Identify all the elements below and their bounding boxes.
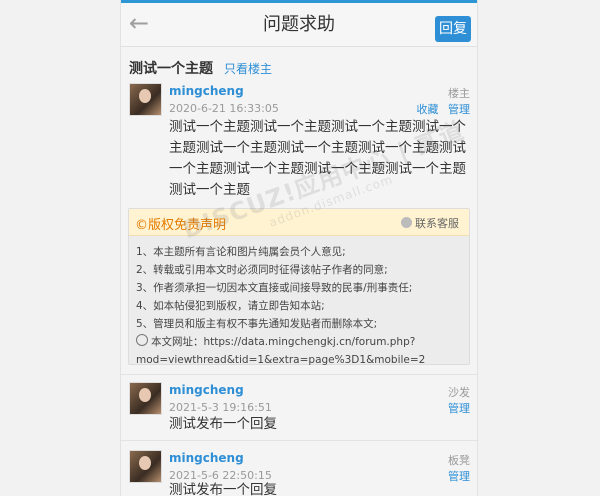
floor-label: 楼主 (448, 87, 470, 100)
post-content: 测试一个主题测试一个主题测试一个主题测试一个主题测试一个主题测试一个主题测试一个… (169, 119, 466, 198)
avatar[interactable] (129, 382, 162, 415)
post-item: mingcheng 2021-5-6 22:50:15 板凳 管理 测试发布一个… (121, 446, 477, 496)
link-icon (136, 334, 148, 346)
divider (121, 440, 477, 441)
contact-label: 联系客服 (415, 217, 459, 230)
copyright-notice: ©版权免责声明 联系客服 1、本主题所有言论和图片纯属会员个人意见; 2、转载或… (128, 208, 470, 366)
notice-url-label: 本文网址：https://data.mingchengkj.cn/forum.p… (151, 336, 416, 348)
post-item: mingcheng 2020-6-21 16:33:05 楼主 收藏 管理 测试… (121, 79, 477, 204)
post-date: 2021-5-3 19:16:51 (169, 401, 272, 414)
thread-title: 测试一个主题 (129, 61, 213, 77)
author-name[interactable]: mingcheng (169, 84, 244, 98)
floor-label: 沙发 (448, 386, 470, 399)
favorite-link[interactable]: 收藏 (417, 103, 439, 116)
header-bar: ← 问题求助 回复 (121, 3, 477, 47)
notice-title: ©版权免责声明 (135, 218, 227, 233)
post-actions: 收藏 管理 (417, 101, 471, 117)
notice-line: 5、管理员和版主有权不事先通知发贴者而删除本文; (136, 318, 378, 330)
avatar[interactable] (129, 450, 162, 483)
thread-title-row: 测试一个主题 只看楼主 (121, 47, 477, 79)
only-op-link[interactable]: 只看楼主 (224, 60, 272, 77)
post-content: 测试发布一个回复 (169, 482, 277, 496)
notice-body: 1、本主题所有言论和图片纯属会员个人意见; 2、转载或引用本文时必须同时征得该帖… (136, 243, 463, 369)
notice-url[interactable]: 本文网址：https://data.mingchengkj.cn/forum.p… (136, 333, 463, 351)
user-icon (401, 217, 412, 228)
notice-line: 3、作者须承担一切因本文直接或间接导致的民事/刑事责任; (136, 282, 413, 294)
floor-label: 板凳 (448, 454, 470, 467)
post-date: 2020-6-21 16:33:05 (169, 102, 279, 115)
notice-url-cont[interactable]: mod=viewthread&tid=1&extra=page%3D1&mobi… (136, 351, 463, 369)
notice-line: 1、本主题所有言论和图片纯属会员个人意见; (136, 246, 346, 258)
notice-line: 4、如本帖侵犯到版权，请立即告知本站; (136, 300, 325, 312)
reply-button[interactable]: 回复 (435, 16, 471, 42)
notice-header: ©版权免责声明 联系客服 (129, 209, 469, 236)
notice-line: 2、转载或引用本文时必须同时征得该帖子作者的同意; (136, 264, 388, 276)
divider (121, 374, 477, 375)
contact-support-button[interactable]: 联系客服 (401, 215, 459, 231)
author-name[interactable]: mingcheng (169, 383, 244, 397)
mobile-thread-page: ← 问题求助 回复 测试一个主题 只看楼主 mingcheng 2020-6-2… (120, 0, 478, 496)
author-name[interactable]: mingcheng (169, 451, 244, 465)
page-title: 问题求助 (263, 14, 335, 35)
post-content: 测试发布一个回复 (169, 416, 277, 432)
manage-link[interactable]: 管理 (448, 103, 470, 116)
avatar[interactable] (129, 83, 162, 116)
post-item: mingcheng 2021-5-3 19:16:51 沙发 管理 测试发布一个… (121, 378, 477, 440)
